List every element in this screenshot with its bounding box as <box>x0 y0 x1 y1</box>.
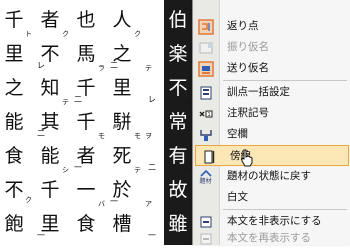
menu-item-okurigana[interactable]: 送り仮名 <box>193 58 350 79</box>
restore-icon: 題材 <box>197 168 214 185</box>
kunten-reading: テ <box>145 64 152 72</box>
kanji-char[interactable]: 故 <box>166 176 190 204</box>
kanji-char[interactable]: 槽 <box>110 210 134 238</box>
menu-item-label: 白文 <box>227 191 248 203</box>
menu-item-blank[interactable]: 空欄 <box>193 124 350 145</box>
kaeriten-mark: 一 <box>148 231 156 240</box>
kunten-reading: リ <box>184 98 191 106</box>
menu-item-label: 注釈記号 <box>227 107 269 119</box>
kanji-char[interactable]: 能 <box>38 142 62 170</box>
kanji-char[interactable]: 千 <box>74 108 98 136</box>
menu-item-kunten-batch[interactable]: 訓点一括設定 <box>193 82 350 103</box>
kaeriten-mark: 一 <box>37 231 45 240</box>
furigana-icon <box>197 39 214 56</box>
menu-item-annotation-mark[interactable]: 1 注釈記号 <box>193 103 350 124</box>
svg-text:1: 1 <box>207 112 210 118</box>
text-column-selected[interactable]: 伯 楽 不 常 有 故 雖 <box>164 0 194 245</box>
kanji-char[interactable]: 里 <box>2 40 26 68</box>
kanji-char[interactable]: 馬 <box>74 40 98 68</box>
menu-item-plain-text[interactable]: 白文 <box>193 187 350 208</box>
menu-item-label: 空欄 <box>227 128 248 140</box>
kanji-char[interactable]: 不 <box>2 176 26 204</box>
menu-item-label: 返り点 <box>227 20 259 32</box>
kanji-char[interactable]: 之 <box>2 74 26 102</box>
mouse-pointer-icon <box>241 149 253 167</box>
menu-item-label: 送り仮名 <box>227 62 269 74</box>
kunten-reading: ク <box>62 30 69 38</box>
kaeriten-mark: レ <box>37 61 45 70</box>
kanji-char[interactable]: 雖 <box>166 210 190 238</box>
text-column[interactable]: 也 馬 千 千 者 一 食 <box>72 0 102 245</box>
kunten-reading: ハ <box>184 166 191 174</box>
kaeriten-mark: 二 <box>148 163 156 172</box>
kanji-char[interactable]: 也 <box>74 6 98 34</box>
annotation-mark-icon: 1 <box>197 105 214 122</box>
menu-item-restore[interactable]: 題材 題材の状態に戻す <box>193 166 350 187</box>
kanji-char[interactable]: 食 <box>74 210 98 238</box>
kanji-char[interactable]: 飽 <box>2 210 26 238</box>
kunten-reading: ラ <box>98 64 105 72</box>
plain-text-icon <box>197 189 214 206</box>
kunten-reading: シ <box>62 166 69 174</box>
kanji-char[interactable]: 知 <box>38 74 62 102</box>
show-text-icon <box>197 230 214 247</box>
kaeriten-mark: 一 <box>110 197 118 206</box>
kunten-reading: ク <box>25 196 32 204</box>
kunten-reading: ト <box>25 30 32 38</box>
okurigana-icon <box>197 60 214 77</box>
menu-item-side-line[interactable]: 傍線 <box>195 145 349 166</box>
kunten-reading: テ <box>62 98 69 106</box>
kanji-char[interactable]: 駢 <box>110 108 134 136</box>
kunten-reading: ア <box>145 200 152 208</box>
menu-item-label: 本文を非表示にする <box>227 215 322 227</box>
kanji-char[interactable]: 食 <box>2 142 26 170</box>
menu-item-label: 本文を再表示する <box>227 232 311 244</box>
kaeriten-mark: 二 <box>74 95 82 104</box>
context-menu: 返り点 振り仮名 送り仮名 訓点一括設定 1 注釈記号 空欄 傍線 題材 題材の… <box>192 0 350 245</box>
menu-separator <box>223 209 347 210</box>
kunten-reading: ク <box>134 30 141 38</box>
menu-item-label: 題材の状態に戻す <box>227 170 311 182</box>
kanji-char[interactable]: 一 <box>74 176 98 204</box>
kanji-char[interactable]: 千 <box>2 6 26 34</box>
return-mark-icon <box>197 18 214 35</box>
kunten-reading: テ <box>134 166 141 174</box>
kunten-batch-icon <box>197 84 214 101</box>
side-line-icon <box>200 148 217 165</box>
kaeriten-mark: 二 <box>110 61 118 70</box>
menu-item-furigana[interactable]: 振り仮名 <box>193 37 350 58</box>
menu-separator <box>223 80 347 81</box>
kanji-char[interactable]: 常 <box>166 108 190 136</box>
kaeriten-mark: 二 <box>37 129 45 138</box>
kunten-reading: モ <box>98 132 105 140</box>
menu-item-label: 訓点一括設定 <box>227 86 290 98</box>
kunten-reading: ヲ <box>145 132 152 140</box>
kanji-char[interactable]: 人 <box>110 6 134 34</box>
menu-item-label: 振り仮名 <box>227 41 269 53</box>
kanji-char[interactable]: 伯 <box>166 6 190 34</box>
blank-icon <box>197 126 214 143</box>
kanji-char[interactable]: 楽 <box>166 40 190 68</box>
kunten-reading: バ <box>98 200 105 208</box>
kanji-char[interactable]: 死 <box>110 142 134 170</box>
kanji-char[interactable]: 千 <box>38 176 62 204</box>
kunten-reading: モ <box>134 132 141 140</box>
restore-icon-label: 題材 <box>199 177 212 185</box>
menu-item-return-mark[interactable]: 返り点 <box>193 16 350 37</box>
kaeriten-mark: 一 <box>74 163 82 172</box>
kanji-char[interactable]: 里 <box>110 74 134 102</box>
menu-item-show-text[interactable]: 本文を再表示する <box>193 228 350 249</box>
kanji-char[interactable]: 能 <box>2 108 26 136</box>
kaeriten-mark: レ <box>148 95 156 104</box>
kanji-char[interactable]: 者 <box>38 6 62 34</box>
